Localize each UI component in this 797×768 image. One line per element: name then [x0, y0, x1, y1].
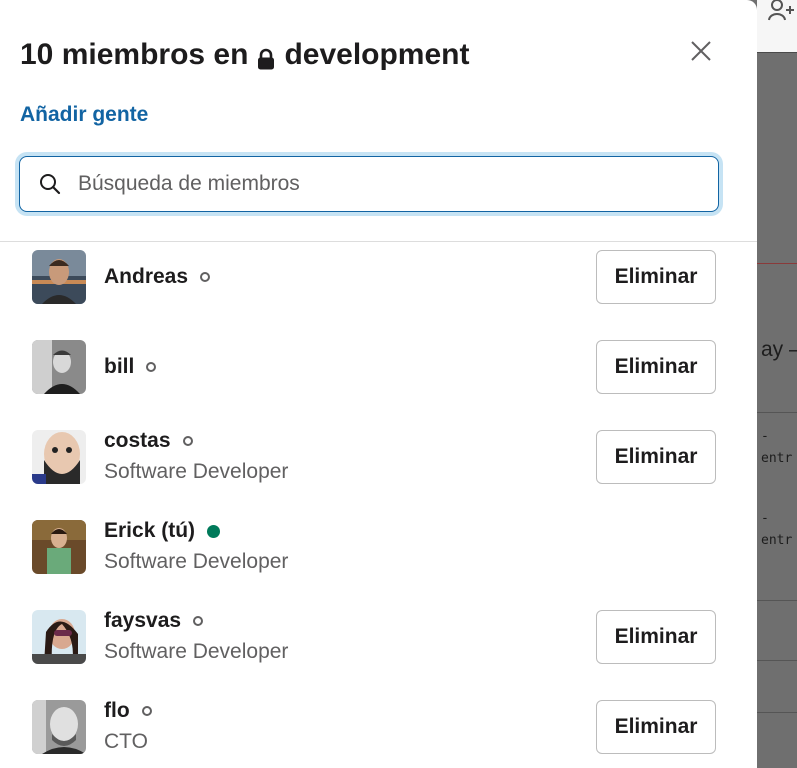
member-row[interactable]: flo CTO Eliminar: [0, 692, 757, 768]
member-name: Erick (tú): [104, 519, 196, 542]
close-button[interactable]: [684, 34, 718, 68]
search-input[interactable]: [76, 171, 680, 197]
members-modal: 10 miembros en development Añadir gente …: [0, 0, 757, 768]
member-info: bill: [104, 352, 157, 382]
member-name: flo: [104, 699, 130, 722]
background-text: ay –: [761, 338, 797, 361]
member-info: Andreas: [104, 262, 211, 292]
member-name: Andreas: [104, 265, 189, 288]
presence-away-icon: [193, 616, 204, 626]
remove-member-button[interactable]: Eliminar: [596, 610, 716, 664]
search-focus-ring: [15, 152, 723, 216]
presence-away-icon: [141, 706, 152, 716]
remove-member-button[interactable]: Eliminar: [596, 700, 716, 754]
add-member-icon: [768, 0, 797, 28]
title-prefix: 10 miembros en: [20, 38, 249, 71]
background-code: - entr: [761, 429, 793, 466]
presence-away-icon: [182, 436, 193, 446]
member-title: CTO: [104, 730, 148, 753]
member-row[interactable]: faysvas Software Developer Eliminar: [0, 602, 757, 692]
member-row[interactable]: Andreas Eliminar: [0, 242, 757, 332]
member-row[interactable]: costas Software Developer Eliminar: [0, 422, 757, 512]
member-title: Software Developer: [104, 550, 289, 573]
add-people-link[interactable]: Añadir gente: [20, 103, 148, 127]
avatar: [32, 430, 86, 484]
member-name: bill: [104, 355, 135, 378]
avatar: [32, 520, 86, 574]
member-title: Software Developer: [104, 460, 289, 483]
avatar: [32, 250, 86, 304]
remove-member-button[interactable]: Eliminar: [596, 250, 716, 304]
lock-icon: [256, 44, 276, 70]
presence-away-icon: [200, 272, 211, 282]
background-code: - entr: [761, 511, 793, 548]
member-title: Software Developer: [104, 640, 289, 663]
search-icon: [40, 174, 61, 195]
member-info: faysvas Software Developer: [104, 602, 288, 664]
member-info: Erick (tú) Software Developer: [104, 512, 288, 574]
avatar: [32, 610, 86, 664]
close-icon: [691, 41, 711, 61]
member-info: costas Software Developer: [104, 422, 288, 484]
avatar: [32, 340, 86, 394]
search-box: [19, 156, 719, 212]
avatar: [32, 700, 86, 754]
background-divider: [757, 660, 797, 661]
background-divider-red: [757, 263, 797, 264]
member-name: faysvas: [104, 609, 182, 632]
background-divider: [757, 712, 797, 713]
modal-header: 10 miembros en development: [20, 32, 469, 78]
background-divider: [757, 412, 797, 413]
member-name: costas: [104, 429, 171, 452]
remove-member-button[interactable]: Eliminar: [596, 340, 716, 394]
member-row[interactable]: bill Eliminar: [0, 332, 757, 422]
presence-active-icon: [207, 524, 221, 538]
member-row[interactable]: Erick (tú) Software Developer: [0, 512, 757, 602]
remove-member-button[interactable]: Eliminar: [596, 430, 716, 484]
modal-title: 10 miembros en development: [20, 38, 469, 72]
member-info: flo CTO: [104, 692, 152, 754]
channel-name: development: [284, 38, 470, 71]
presence-away-icon: [146, 362, 157, 372]
background-divider: [757, 600, 797, 601]
